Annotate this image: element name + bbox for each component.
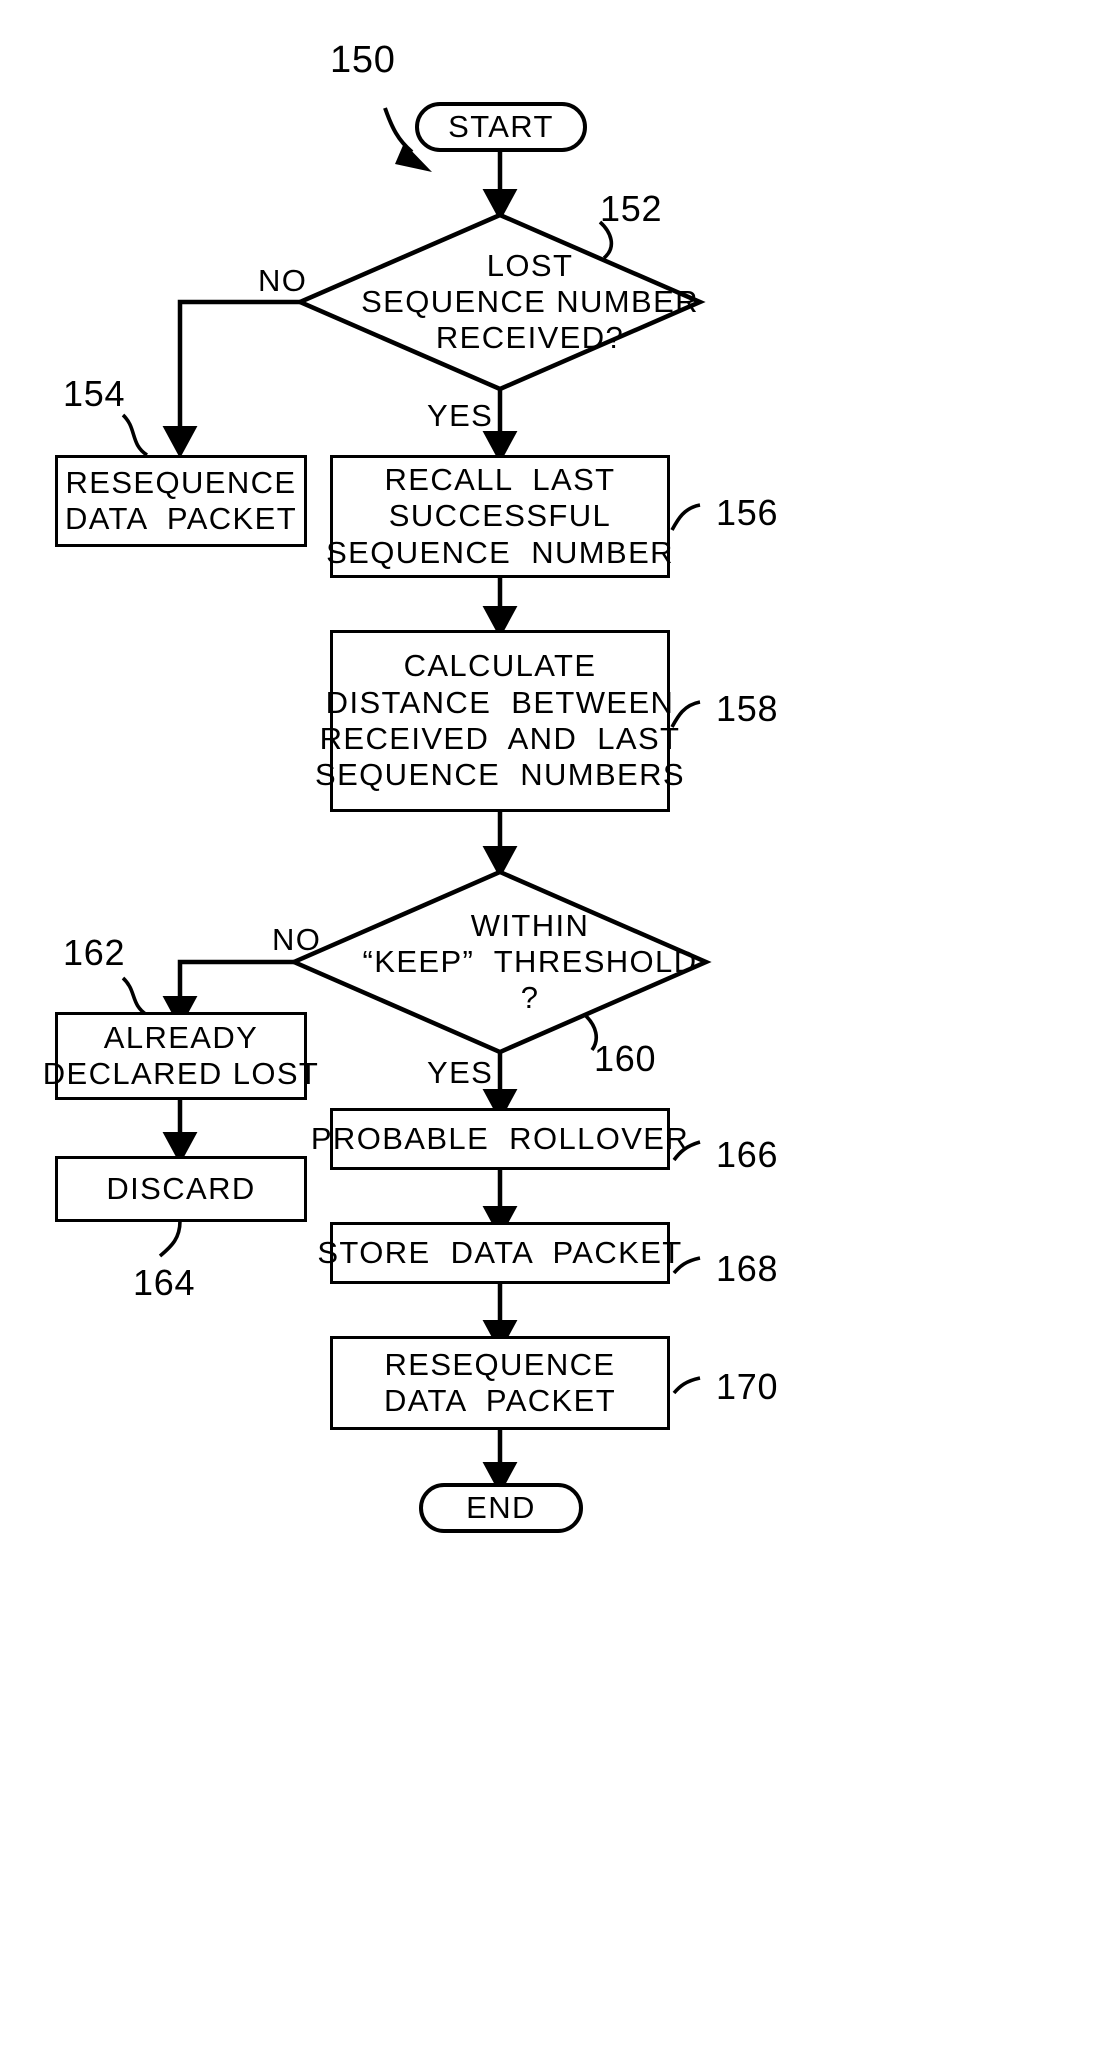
- terminator-start-label: START: [448, 108, 554, 144]
- process-170-line2: DATA PACKET: [383, 1383, 617, 1418]
- process-166-text: PROBABLE ROLLOVER: [311, 1121, 688, 1157]
- process-recall-last-successful-sequence-number: RECALL LAST SUCCESSFUL SEQUENCE NUMBER: [326, 455, 673, 578]
- process-probable-rollover: PROBABLE ROLLOVER: [311, 1108, 688, 1170]
- ref-number-168: 168: [716, 1248, 779, 1289]
- figure-number-leader-icon: [383, 107, 414, 154]
- terminator-start: START: [415, 102, 587, 152]
- process-156-line3: SEQUENCE NUMBER: [326, 534, 674, 570]
- terminator-end: END: [419, 1483, 583, 1533]
- ref-162-leader-icon: [121, 976, 149, 1017]
- decision-within-keep-threshold: WITHIN “KEEP” THRESHOLD ?: [294, 872, 706, 1052]
- ref-154-leader-icon: [121, 413, 149, 457]
- process-154-line1: RESEQUENCE: [65, 464, 297, 500]
- process-156-line2: SUCCESSFUL: [388, 498, 612, 534]
- ref-number-156: 156: [716, 492, 779, 533]
- decision-lost-line2: SEQUENCE NUMBER: [361, 283, 699, 319]
- decision-lost-line1: LOST: [486, 247, 574, 283]
- edge-label-lost-no: NO: [258, 263, 308, 298]
- process-158-line1: CALCULATE: [403, 648, 597, 684]
- process-162-line2: DECLARED LOST: [42, 1056, 320, 1091]
- process-170-text: RESEQUENCE DATA PACKET: [333, 1347, 667, 1420]
- process-162-text: ALREADY DECLARED LOST: [43, 1019, 318, 1093]
- process-168-text: STORE DATA PACKET: [317, 1235, 681, 1271]
- process-158-line4: SEQUENCE NUMBERS: [315, 757, 685, 793]
- edge-decision-lost-no: [162, 299, 300, 459]
- ref-number-154: 154: [63, 373, 126, 414]
- process-164-line1: DISCARD: [106, 1170, 256, 1206]
- process-164-text: DISCARD: [58, 1171, 304, 1207]
- ref-number-170: 170: [716, 1366, 779, 1407]
- ref-164-leader-icon: [158, 1220, 182, 1258]
- process-170-line1: RESEQUENCE: [384, 1346, 616, 1382]
- edge-label-lost-yes: YES: [427, 398, 494, 433]
- process-162-line1: ALREADY: [103, 1019, 259, 1055]
- process-158-line2: DISTANCE BETWEEN: [325, 684, 675, 720]
- ref-170-leader-icon: [672, 1376, 701, 1395]
- decision-lost-line3: RECEIVED?: [435, 320, 625, 356]
- process-discard: DISCARD: [55, 1156, 307, 1222]
- process-154-text: RESEQUENCE DATA PACKET: [58, 465, 304, 538]
- process-resequence-data-packet-yes-branch: RESEQUENCE DATA PACKET: [330, 1336, 670, 1430]
- process-156-line1: RECALL LAST: [384, 462, 616, 498]
- decision-threshold-text: WITHIN “KEEP” THRESHOLD ?: [303, 871, 698, 1052]
- decision-threshold-line1: WITHIN: [470, 907, 590, 943]
- decision-lost-text: LOST SEQUENCE NUMBER RECEIVED?: [301, 211, 699, 392]
- process-158-text: CALCULATE DISTANCE BETWEEN RECEIVED AND …: [315, 648, 684, 793]
- figure-number: 150: [330, 39, 396, 81]
- ref-number-164: 164: [133, 1262, 196, 1303]
- decision-threshold-line2: “KEEP” THRESHOLD: [362, 943, 698, 979]
- process-166-line1: PROBABLE ROLLOVER: [310, 1120, 690, 1156]
- process-156-text: RECALL LAST SUCCESSFUL SEQUENCE NUMBER: [326, 462, 672, 571]
- ref-number-162: 162: [63, 932, 126, 973]
- ref-number-158: 158: [716, 688, 779, 729]
- ref-156-leader-icon: [670, 503, 701, 531]
- decision-threshold-line3: ?: [520, 980, 540, 1016]
- process-calculate-distance: CALCULATE DISTANCE BETWEEN RECEIVED AND …: [315, 630, 684, 812]
- process-already-declared-lost: ALREADY DECLARED LOST: [43, 1012, 318, 1100]
- ref-number-166: 166: [716, 1134, 779, 1175]
- edge-decision-threshold-no: [162, 959, 294, 1029]
- process-154-line2: DATA PACKET: [64, 501, 298, 536]
- decision-lost-sequence-number: LOST SEQUENCE NUMBER RECEIVED?: [300, 215, 700, 389]
- terminator-end-label: END: [466, 1489, 536, 1525]
- process-158-line3: RECEIVED AND LAST: [319, 721, 681, 756]
- process-store-data-packet: STORE DATA PACKET: [317, 1222, 681, 1284]
- process-resequence-data-packet-no-branch: RESEQUENCE DATA PACKET: [55, 455, 307, 547]
- patent-flowchart-figure: 150 START LOST SEQUENCE NUMBER RECEIVED?…: [0, 0, 1111, 2050]
- edge-label-threshold-yes: YES: [427, 1055, 494, 1090]
- process-168-line1: STORE DATA PACKET: [317, 1234, 683, 1270]
